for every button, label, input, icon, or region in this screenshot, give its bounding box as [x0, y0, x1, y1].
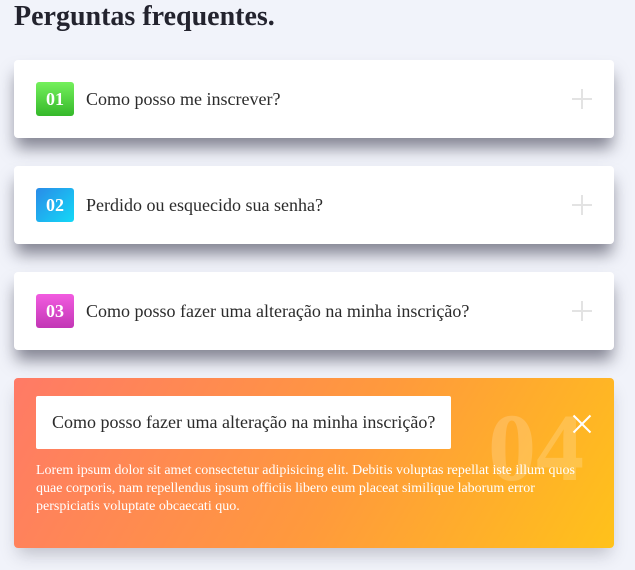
faq-item-03[interactable]: 03 Como posso fazer uma alteração na min… [14, 272, 614, 350]
plus-icon[interactable] [572, 195, 592, 215]
faq-question: Como posso me inscrever? [86, 88, 281, 109]
faq-number-badge: 03 [36, 294, 74, 328]
faq-question: Como posso fazer uma alteração na minha … [86, 300, 470, 321]
faq-number-badge: 02 [36, 188, 74, 222]
faq-page: Perguntas frequentes. 01 Como posso me i… [0, 0, 635, 570]
faq-item-02[interactable]: 02 Perdido ou esquecido sua senha? [14, 166, 614, 244]
faq-item-01[interactable]: 01 Como posso me inscrever? [14, 60, 614, 138]
plus-icon[interactable] [572, 301, 592, 321]
faq-question: Como posso fazer uma alteração na minha … [36, 396, 452, 449]
faq-item-04-expanded[interactable]: 04 Como posso fazer uma alteração na min… [14, 378, 614, 548]
page-title: Perguntas frequentes. [14, 1, 275, 32]
close-icon[interactable] [572, 414, 592, 434]
plus-icon[interactable] [572, 89, 592, 109]
faq-number-badge: 01 [36, 82, 74, 116]
faq-answer: Lorem ipsum dolor sit amet consectetur a… [36, 463, 575, 514]
faq-question: Perdido ou esquecido sua senha? [86, 194, 323, 215]
